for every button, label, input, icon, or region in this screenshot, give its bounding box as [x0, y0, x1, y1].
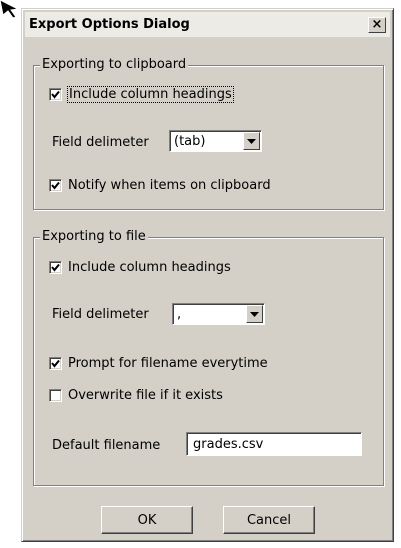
- checkbox-box[interactable]: [49, 179, 62, 192]
- ok-button-label: OK: [137, 512, 157, 528]
- export-options-dialog: Export Options Dialog × Exporting to cli…: [21, 8, 394, 542]
- close-button[interactable]: ×: [368, 16, 386, 33]
- checkmark-icon: [51, 90, 60, 99]
- dropdown-arrow-icon: [250, 311, 259, 317]
- checkbox-label: Include column headings: [68, 260, 231, 275]
- checkmark-icon: [51, 181, 60, 190]
- file-overwrite-checkbox[interactable]: Overwrite file if it exists: [49, 388, 223, 403]
- title-bar: Export Options Dialog ×: [25, 12, 390, 37]
- checkbox-label: Notify when items on clipboard: [68, 178, 271, 193]
- close-icon: ×: [371, 17, 383, 32]
- checkmark-icon: [51, 359, 60, 368]
- clipboard-notify-checkbox[interactable]: Notify when items on clipboard: [49, 178, 271, 193]
- checkbox-box[interactable]: [49, 389, 62, 402]
- file-group-legend: Exporting to file: [40, 229, 148, 244]
- input-value: grades.csv: [193, 436, 264, 452]
- checkbox-box[interactable]: [49, 357, 62, 370]
- field-label: Default filename: [52, 438, 161, 453]
- checkbox-box[interactable]: [49, 261, 62, 274]
- checkbox-label: Include column headings: [67, 86, 234, 103]
- field-label: Field delimeter: [52, 307, 149, 322]
- select-value: ,: [177, 306, 182, 322]
- cancel-button[interactable]: Cancel: [223, 506, 315, 534]
- ok-button[interactable]: OK: [101, 506, 193, 534]
- checkmark-icon: [51, 263, 60, 272]
- clipboard-delimiter-label: Field delimeter: [52, 135, 149, 150]
- file-delimiter-select[interactable]: ,: [172, 303, 265, 325]
- clipboard-delimiter-select[interactable]: (tab): [169, 130, 262, 152]
- default-filename-input[interactable]: grades.csv: [186, 432, 362, 456]
- clipboard-group: Exporting to clipboard Include column he…: [33, 57, 384, 210]
- dropdown-button[interactable]: [243, 132, 260, 150]
- file-group: Exporting to file Include column heading…: [33, 229, 384, 486]
- file-include-headings-checkbox[interactable]: Include column headings: [49, 260, 231, 275]
- file-prompt-filename-checkbox[interactable]: Prompt for filename everytime: [49, 356, 268, 371]
- checkbox-box[interactable]: [49, 88, 62, 101]
- select-value: (tab): [174, 133, 206, 149]
- checkbox-label: Overwrite file if it exists: [68, 388, 223, 403]
- clipboard-include-headings-checkbox[interactable]: Include column headings: [49, 86, 234, 103]
- field-label: Field delimeter: [52, 135, 149, 150]
- default-filename-label: Default filename: [52, 438, 160, 453]
- dropdown-arrow-icon: [247, 138, 256, 144]
- dialog-title: Export Options Dialog: [29, 17, 190, 32]
- file-delimiter-label: Field delimeter: [52, 307, 149, 322]
- dropdown-button[interactable]: [246, 305, 263, 323]
- clipboard-group-legend: Exporting to clipboard: [40, 57, 189, 72]
- checkbox-label: Prompt for filename everytime: [68, 356, 268, 371]
- cancel-button-label: Cancel: [246, 512, 292, 528]
